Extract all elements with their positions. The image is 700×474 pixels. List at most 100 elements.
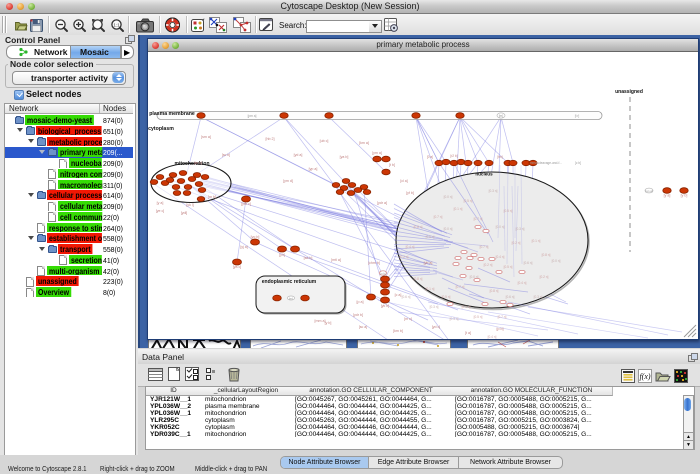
svg-text:[0.1 n]: [0.1 n] xyxy=(426,287,435,291)
svg-text:endoplasmic reticulum: endoplasmic reticulum xyxy=(262,279,317,285)
svg-text:[0.6 n]: [0.6 n] xyxy=(402,295,411,299)
svg-text:[y a]: [y a] xyxy=(157,201,164,205)
svg-text:[ya b]: [ya b] xyxy=(340,155,349,159)
svg-text:[km b]: [km b] xyxy=(393,329,403,333)
svg-text:[yd a]: [yd a] xyxy=(294,153,303,157)
svg-text:[p b]: [p b] xyxy=(497,327,504,331)
svg-text:[c a]: [c a] xyxy=(395,293,402,297)
svg-text:[0.8 n]: [0.8 n] xyxy=(414,277,423,281)
svg-text:[0.0 n]: [0.0 n] xyxy=(552,259,561,263)
svg-text:[yb a]: [yb a] xyxy=(424,261,433,265)
svg-text:[er]: [er] xyxy=(289,296,294,300)
svg-text:f(x): f(x) xyxy=(639,372,650,381)
svg-text:[ym d]: [ym d] xyxy=(283,179,293,183)
svg-text:[0.4 n]: [0.4 n] xyxy=(518,281,527,285)
svg-text:[0.0 n]: [0.0 n] xyxy=(444,227,453,231)
svg-text:[ye c]: [ye c] xyxy=(156,209,165,213)
svg-text:nucleus: nucleus xyxy=(475,172,493,177)
svg-text:[cl a]: [cl a] xyxy=(400,179,408,183)
svg-text:[0.3 n]: [0.3 n] xyxy=(489,189,498,193)
svg-text:plasma membrane: plasma membrane xyxy=(149,111,195,117)
svg-text:[yp a]: [yp a] xyxy=(309,167,318,171)
svg-text:[ya c]: [ya c] xyxy=(233,265,242,269)
svg-text:[0.5 n]: [0.5 n] xyxy=(504,209,513,213)
svg-text:[r2 b]: [r2 b] xyxy=(450,154,457,158)
svg-text:[yd c]: [yd c] xyxy=(432,325,441,329)
svg-text:[c b]: [c b] xyxy=(575,161,581,165)
svg-text:[0.5 n]: [0.5 n] xyxy=(504,265,513,269)
svg-text:[0.4 n]: [0.4 n] xyxy=(406,245,415,249)
svg-text:[sm a]: [sm a] xyxy=(201,135,211,139)
svg-text:[hb 2]: [hb 2] xyxy=(266,137,275,141)
svg-text:[ydr c]: [ydr c] xyxy=(241,202,251,206)
svg-text:[ylr]: [ylr] xyxy=(279,253,285,257)
svg-text:[0.7 n]: [0.7 n] xyxy=(474,217,483,221)
svg-text:[0.2 n]: [0.2 n] xyxy=(484,263,493,267)
svg-text:[tm]: [tm] xyxy=(497,155,502,159)
svg-text:mrna-cleavage-and-f...: mrna-cleavage-and-f... xyxy=(530,161,562,165)
svg-text:[mtl a]: [mtl a] xyxy=(331,258,341,262)
svg-text:[t b]: [t b] xyxy=(389,163,395,167)
svg-text:[0.8 n]: [0.8 n] xyxy=(542,253,551,257)
svg-text:[ydl]: [ydl] xyxy=(181,211,188,215)
svg-text:[t a]: [t a] xyxy=(465,331,471,335)
svg-text:[0.6 n]: [0.6 n] xyxy=(524,261,533,265)
svg-text:[0.1 n]: [0.1 n] xyxy=(454,207,463,211)
svg-text:[yj a]: [yj a] xyxy=(240,245,248,249)
svg-text:[0.7 n]: [0.7 n] xyxy=(480,245,489,249)
svg-text:[0.2 n]: [0.2 n] xyxy=(512,241,521,245)
svg-text:[pm a]: [pm a] xyxy=(248,114,257,118)
svg-text:[y b]: [y b] xyxy=(325,321,332,325)
svg-text:[ydr a]: [ydr a] xyxy=(377,201,387,205)
svg-text:[0.6 n]: [0.6 n] xyxy=(426,235,435,239)
svg-text:[0.3 n]: [0.3 n] xyxy=(534,295,543,299)
svg-text:[0.1 n]: [0.1 n] xyxy=(532,239,541,243)
svg-text:[ydr b]: [ydr b] xyxy=(353,313,363,317)
svg-text:[yk l]: [yk l] xyxy=(186,203,193,207)
svg-text:[0.3 n]: [0.3 n] xyxy=(450,317,459,321)
svg-text:[0.8 n]: [0.8 n] xyxy=(490,289,499,293)
svg-text:[te c]: [te c] xyxy=(194,161,202,165)
svg-text:[0.5 n]: [0.5 n] xyxy=(474,315,483,319)
svg-text:[0.4 n]: [0.4 n] xyxy=(488,335,497,339)
svg-text:[n b]: [n b] xyxy=(380,271,386,275)
svg-text:[p a]: [p a] xyxy=(357,300,364,304)
svg-text:[0.0 n]: [0.0 n] xyxy=(496,225,505,229)
svg-text:[yo b]: [yo b] xyxy=(251,235,260,239)
svg-text:[0.7 n]: [0.7 n] xyxy=(498,315,507,319)
svg-text:[0.7 n]: [0.7 n] xyxy=(434,215,443,219)
svg-text:[yf b]: [yf b] xyxy=(406,191,414,195)
svg-text:[0.3 n]: [0.3 n] xyxy=(516,227,525,231)
svg-text:unassigned: unassigned xyxy=(615,89,643,95)
svg-text:mitochondrion: mitochondrion xyxy=(175,161,210,167)
svg-text:[0.8 n]: [0.8 n] xyxy=(414,225,423,229)
svg-text:[ub c]: [ub c] xyxy=(320,139,329,143)
svg-text:[0.2 n]: [0.2 n] xyxy=(540,275,549,279)
svg-text:[m b]: [m b] xyxy=(208,195,216,199)
svg-text:[0.4 n]: [0.4 n] xyxy=(496,255,505,259)
svg-text:[sc a]: [sc a] xyxy=(359,325,368,329)
svg-text:[0.6 n]: [0.6 n] xyxy=(506,295,515,299)
svg-text:[0 a]: [0 a] xyxy=(427,155,433,159)
svg-text:[m c]: [m c] xyxy=(404,317,412,321)
svg-text:[0.0 n]: [0.0 n] xyxy=(444,195,453,199)
svg-text:[sa b]: [sa b] xyxy=(304,256,313,260)
svg-text:[0.5 n]: [0.5 n] xyxy=(464,199,473,203)
svg-text:[0.1 n]: [0.1 n] xyxy=(462,305,471,309)
svg-text:[y a]: [y a] xyxy=(664,194,671,198)
svg-text:[y b]: [y b] xyxy=(681,194,688,198)
svg-text:[0.3 n]: [0.3 n] xyxy=(430,305,439,309)
svg-text:[yk b]: [yk b] xyxy=(381,304,390,308)
svg-text:[m]: [m] xyxy=(499,114,504,118)
svg-text:1:1: 1:1 xyxy=(113,22,120,27)
svg-text:[un a]: [un a] xyxy=(645,189,653,193)
svg-text:[0.7 n]: [0.7 n] xyxy=(456,285,465,289)
svg-text:cytoplasm: cytoplasm xyxy=(148,126,174,132)
svg-text:[ym a]: [ym a] xyxy=(372,151,382,155)
svg-text:[chm b]: [chm b] xyxy=(368,261,380,265)
svg-text:[sc b]: [sc b] xyxy=(222,153,231,157)
svg-text:[0.5 n]: [0.5 n] xyxy=(442,295,451,299)
svg-text:[km a]: [km a] xyxy=(359,141,369,145)
svg-text:[0.2 n]: [0.2 n] xyxy=(400,255,409,259)
svg-text:[t r]: [t r] xyxy=(575,114,580,118)
